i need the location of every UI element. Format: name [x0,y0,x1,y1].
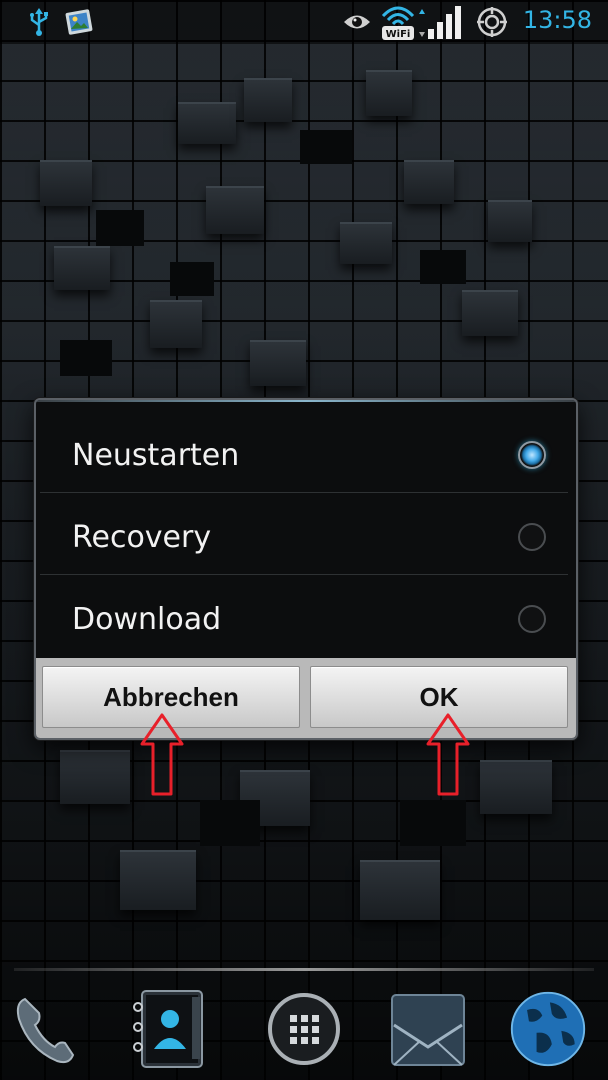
wallpaper-block [178,102,236,144]
wallpaper-hole [400,800,466,846]
option-download[interactable]: Download [40,578,568,660]
option-divider [40,574,568,575]
option-divider [40,492,568,493]
wifi-label: WiFi [386,29,411,40]
messaging-icon[interactable] [388,986,468,1072]
wallpaper-block [366,70,412,116]
annotation-arrow-cancel [140,713,184,796]
reboot-options-dialog: Neustarten Recovery Download Abbrechen O… [34,398,578,740]
annotation-arrow-ok [426,713,470,796]
wallpaper-block [54,246,110,290]
wallpaper-block [340,222,392,264]
wallpaper-block [244,78,292,122]
option-recovery[interactable]: Recovery [40,496,568,578]
wifi-icon: WiFi [378,0,418,44]
usb-icon [24,0,54,44]
dialog-button-bar: Abbrechen OK [36,658,576,738]
option-label: Download [72,601,222,637]
radio-button[interactable] [518,523,546,551]
eye-icon [340,0,374,44]
radio-button[interactable] [518,605,546,633]
signal-bars-icon [418,0,464,44]
wallpaper-block [206,186,264,234]
wallpaper-hole [60,340,112,376]
wallpaper-hole [200,800,260,846]
wallpaper-block [250,340,306,386]
wallpaper-block [404,160,454,204]
status-clock: 13:58 [522,6,592,34]
wallpaper-block [360,860,440,920]
option-label: Neustarten [72,437,240,473]
wallpaper-block [462,290,518,336]
browser-globe-icon[interactable] [508,986,588,1072]
dock-divider [14,968,594,971]
option-label: Recovery [72,519,212,555]
wallpaper-hole [420,250,466,284]
wallpaper-block [120,850,196,910]
contacts-icon[interactable] [132,986,212,1072]
wallpaper-hole [300,130,352,164]
wallpaper-hole [96,210,144,246]
sync-icon [472,0,512,44]
app-drawer-icon[interactable] [264,986,344,1072]
option-neustarten[interactable]: Neustarten [40,414,568,496]
wallpaper-block [150,300,202,348]
phone-icon[interactable] [4,986,84,1072]
wallpaper-hole [170,262,214,296]
wallpaper-block [488,200,532,242]
wallpaper-block [480,760,552,814]
wallpaper-block [60,750,130,804]
gallery-notification-icon [62,0,96,44]
wallpaper-block [40,160,92,206]
status-bar: WiFi 13:58 [0,0,608,44]
radio-button-selected[interactable] [518,441,546,469]
